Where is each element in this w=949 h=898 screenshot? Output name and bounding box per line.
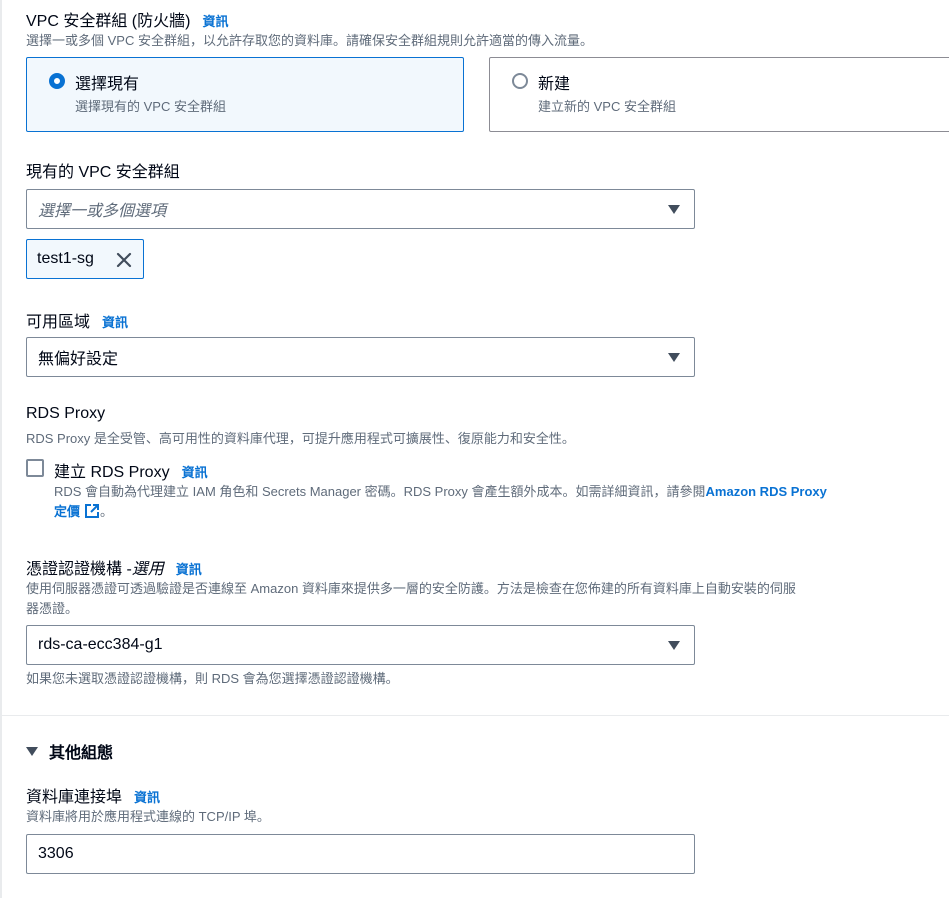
certificate-authority-description: 使用伺服器憑證可透過驗證是否連線至 Amazon 資料庫來提供多一層的安全防護。… — [26, 579, 931, 619]
caret-down-icon — [668, 205, 680, 214]
rds-proxy-info-link[interactable]: 資訊 — [182, 462, 208, 481]
tile-choose-existing-title: 選擇現有 — [75, 76, 140, 93]
tile-create-new-title: 新建 — [538, 76, 571, 93]
certificate-authority-description-line1: 使用伺服器憑證可透過驗證是否連線至 Amazon 資料庫來提供多一層的安全防護。… — [26, 581, 796, 596]
rds-proxy-help-text: RDS 會自動為代理建立 IAM 角色和 Secrets Manager 密碼。… — [54, 484, 706, 499]
certificate-authority-label: 憑證認證機構 - — [26, 561, 132, 578]
caret-down-icon — [668, 353, 680, 362]
additional-config-expander[interactable]: 其他組態 — [26, 739, 113, 763]
rds-proxy-help-line1: RDS 會自動為代理建立 IAM 角色和 Secrets Manager 密碼。… — [54, 482, 949, 502]
availability-zone-info-link[interactable]: 資訊 — [102, 312, 128, 331]
certificate-authority-description-line2: 器憑證。 — [26, 601, 79, 616]
tile-create-new-description: 建立新的 VPC 安全群組 — [538, 99, 676, 114]
additional-config-title: 其他組態 — [49, 745, 114, 762]
availability-zone-value: 無偏好設定 — [38, 351, 119, 368]
vpc-security-group-info-link[interactable]: 資訊 — [202, 11, 228, 30]
rds-proxy-help: RDS 會自動為代理建立 IAM 角色和 Secrets Manager 密碼。… — [54, 482, 949, 522]
certificate-authority-value: rds-ca-ecc384-g1 — [38, 636, 163, 653]
db-port-label: 資料庫連接埠 — [26, 789, 123, 806]
section-divider — [0, 715, 949, 716]
token-test1-sg: test1-sg — [26, 239, 144, 279]
existing-sg-multiselect[interactable]: 選擇一或多個選項 — [26, 189, 695, 229]
rds-proxy-help-line2: 定價 。 — [54, 502, 949, 522]
certificate-authority-optional: 選用 — [131, 561, 164, 578]
create-rds-proxy-header: 建立 RDS Proxy 資訊 — [54, 458, 208, 482]
existing-sg-placeholder: 選擇一或多個選項 — [38, 203, 167, 220]
existing-sg-label: 現有的 VPC 安全群組 — [26, 158, 180, 182]
close-icon[interactable] — [115, 251, 133, 269]
vpc-security-group-section: VPC 安全群組 (防火牆) 資訊 選擇一或多個 VPC 安全群組，以允許存取您… — [26, 7, 926, 51]
vpc-security-group-header: VPC 安全群組 (防火牆) 資訊 — [26, 7, 926, 30]
certificate-authority-select[interactable]: rds-ca-ecc384-g1 — [26, 625, 695, 665]
availability-zone-select[interactable]: 無偏好設定 — [26, 337, 695, 377]
certificate-authority-info-link[interactable]: 資訊 — [176, 559, 202, 578]
rds-proxy-pricing-link[interactable]: Amazon RDS Proxy — [706, 484, 827, 499]
caret-down-icon — [668, 641, 680, 650]
radio-create-new[interactable] — [512, 73, 528, 89]
rds-proxy-description: RDS Proxy 是全受管、高可用性的資料庫代理，可提升應用程式可擴展性、復原… — [26, 431, 575, 446]
left-border — [0, 0, 2, 898]
certificate-authority-hint: 如果您未選取憑證認證機構，則 RDS 會為您選擇憑證認證機構。 — [26, 671, 399, 686]
vpc-security-group-description: 選擇一或多個 VPC 安全群組，以允許存取您的資料庫。請確保安全群組規則允許適當… — [26, 33, 593, 48]
vpc-security-group-title: VPC 安全群組 (防火牆) — [26, 13, 191, 30]
availability-zone-label: 可用區域 — [26, 314, 91, 331]
tile-create-new[interactable]: 新建 建立新的 VPC 安全群組 — [489, 57, 949, 132]
tile-choose-existing-description: 選擇現有的 VPC 安全群組 — [75, 99, 226, 114]
rds-proxy-help-suffix: 。 — [100, 504, 114, 519]
existing-sg-label-text: 現有的 VPC 安全群組 — [26, 164, 180, 181]
create-rds-proxy-checkbox[interactable] — [26, 459, 44, 477]
caret-down-icon — [26, 746, 38, 756]
tile-choose-existing[interactable]: 選擇現有 選擇現有的 VPC 安全群組 — [26, 57, 464, 132]
token-label: test1-sg — [37, 250, 94, 267]
db-port-description: 資料庫將用於應用程式連線的 TCP/IP 埠。 — [26, 809, 270, 824]
radio-choose-existing[interactable] — [49, 73, 65, 89]
external-link-icon[interactable] — [84, 503, 100, 519]
db-port-header: 資料庫連接埠 資訊 — [26, 783, 160, 807]
availability-zone-header: 可用區域 資訊 — [26, 308, 128, 332]
certificate-authority-header: 憑證認證機構 - 選用 資訊 — [26, 555, 202, 579]
db-port-input[interactable] — [26, 834, 695, 874]
rds-proxy-pricing-link-cont[interactable]: 定價 — [54, 504, 80, 519]
vpc-security-group-tiles: 選擇現有 選擇現有的 VPC 安全群組 新建 建立新的 VPC 安全群組 — [26, 57, 949, 132]
create-rds-proxy-label[interactable]: 建立 RDS Proxy — [54, 458, 170, 482]
rds-proxy-title: RDS Proxy — [26, 405, 105, 423]
rds-proxy-title-text: RDS Proxy — [26, 405, 106, 422]
db-port-info-link[interactable]: 資訊 — [134, 787, 160, 806]
